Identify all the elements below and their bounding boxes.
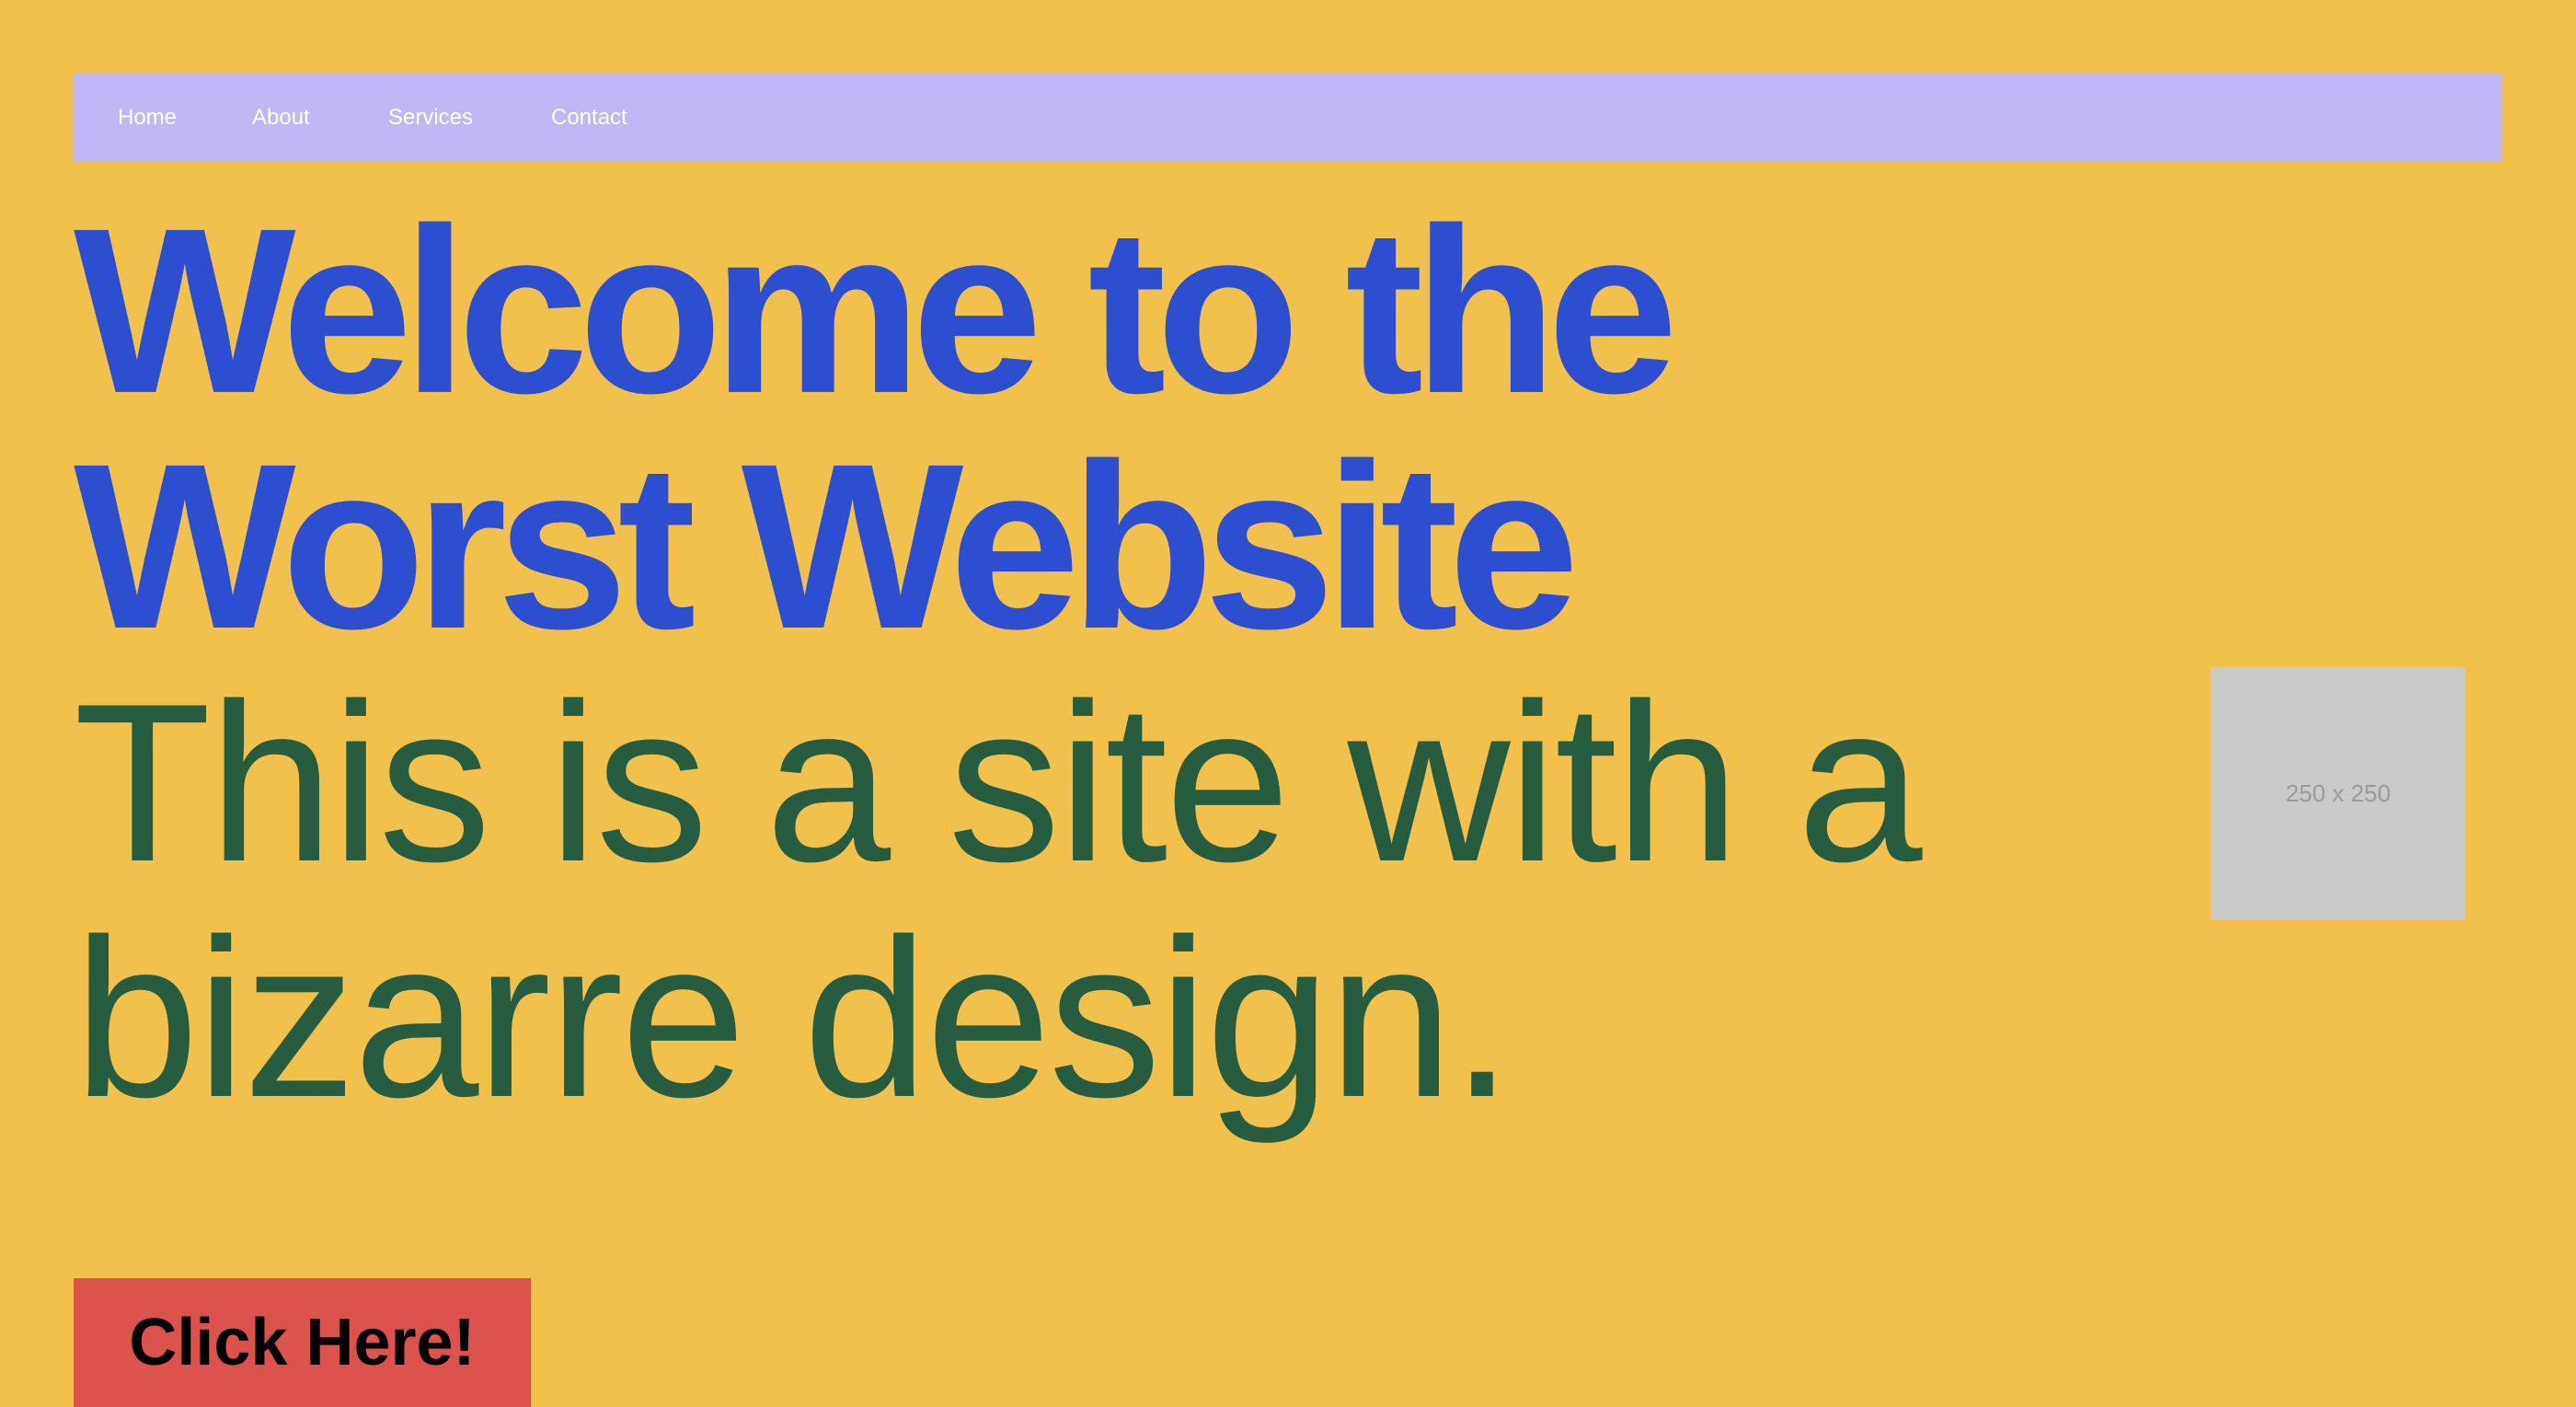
image-placeholder: 250 x 250 [2211, 667, 2466, 920]
hero-title: Welcome to the Worst Website [74, 193, 1678, 664]
nav-link-services[interactable]: Services [388, 74, 473, 161]
top-navigation: Home About Services Contact [74, 74, 2502, 161]
hero-subtitle-line-2: bizarre design. [74, 892, 1513, 1144]
hero-subtitle: This is a site with a bizarre design. [74, 664, 1923, 1136]
hero-title-line-1: Welcome to the [74, 179, 1678, 443]
nav-link-about[interactable]: About [252, 74, 310, 161]
image-placeholder-label: 250 x 250 [2285, 779, 2391, 807]
hero-subtitle-line-1: This is a site with a [74, 656, 1923, 908]
click-here-button[interactable]: Click Here! [74, 1278, 531, 1407]
hero-title-line-2: Worst Website [74, 415, 1580, 678]
nav-link-contact[interactable]: Contact [551, 74, 627, 161]
nav-link-home[interactable]: Home [118, 74, 177, 161]
